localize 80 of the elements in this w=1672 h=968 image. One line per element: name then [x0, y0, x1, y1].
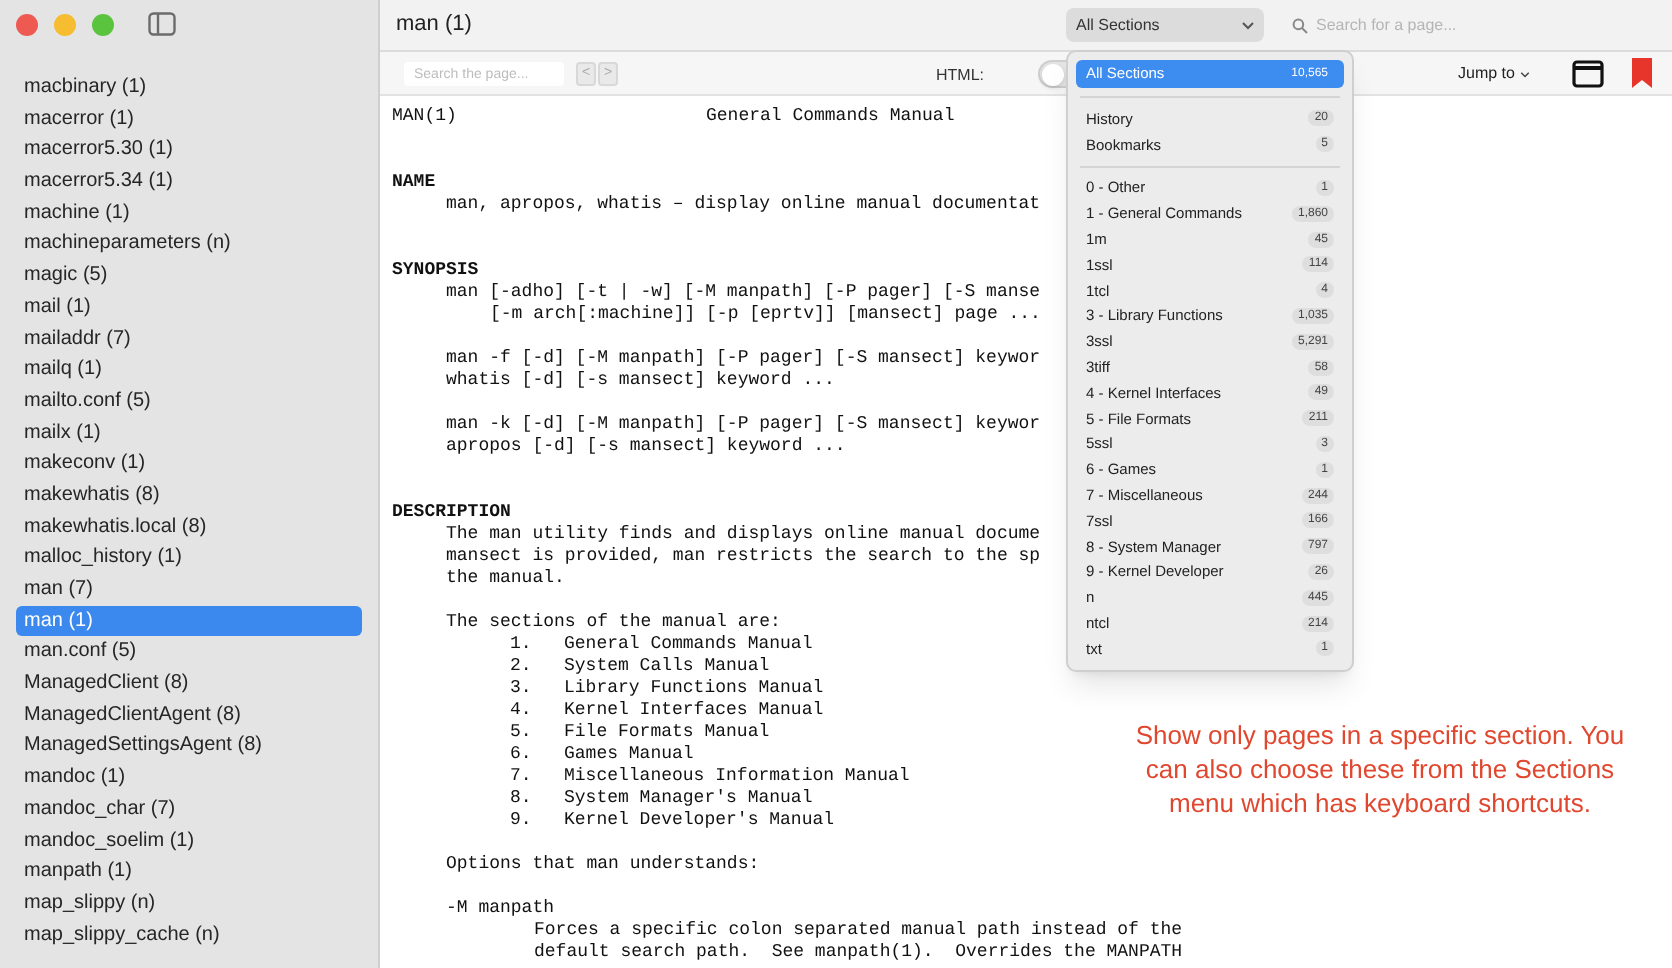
list-text: Library Functions Manual — [564, 678, 824, 700]
chevron-icon — [1242, 21, 1254, 29]
sidebar-item[interactable]: makewhatis (8) — [16, 479, 362, 512]
sidebar-item[interactable]: mailaddr (7) — [16, 323, 362, 355]
window-icon[interactable] — [1572, 60, 1604, 88]
sidebar-item[interactable]: mailx (1) — [16, 417, 362, 449]
list-text: Kernel Developer's Manual — [564, 810, 835, 832]
list-number: 3. — [510, 678, 534, 700]
sidebar-item[interactable]: map_slippy (n) — [16, 887, 362, 920]
list-number: 8. — [510, 788, 534, 810]
sidebar-item[interactable]: ManagedSettingsAgent (8) — [16, 730, 362, 763]
section-heading: NAME — [392, 172, 436, 194]
sidebar-item[interactable]: map_slippy_cache (n) — [16, 919, 362, 951]
list-number: 4. — [510, 700, 534, 722]
manual-text: mansect is provided, man restricts the search to the sp — [446, 546, 1041, 568]
list-text: System Calls Manual — [564, 656, 770, 678]
sidebar-item[interactable]: machine (1) — [16, 197, 362, 229]
page-search-field[interactable]: Search for a page... — [1316, 13, 1636, 37]
sidebar-item[interactable]: mandoc (1) — [16, 762, 362, 794]
sidebar-item[interactable]: makewhatis.local (8) — [16, 511, 362, 543]
manual-text: the manual. — [446, 568, 565, 590]
sidebar-item[interactable]: man.conf (5) — [16, 636, 362, 669]
sidebar-item[interactable]: magic (5) — [16, 260, 362, 292]
search-icon — [1292, 17, 1308, 33]
sidebar-item[interactable]: machineparameters (n) — [16, 228, 362, 261]
sidebar-item[interactable]: ManagedClient (8) — [16, 668, 362, 700]
list-text: Games Manual — [564, 744, 694, 766]
list-number: 1. — [510, 634, 534, 656]
manual-title: General Commands Manual — [706, 106, 955, 128]
sidebar-toggle-icon[interactable] — [148, 12, 176, 36]
close-window-button[interactable] — [16, 14, 38, 36]
list-number: 7. — [510, 766, 534, 788]
manual-text: man -f [-d] [-M manpath] [-P pager] [-S mansect] keywor — [446, 348, 1041, 370]
html-label: HTML: — [936, 64, 984, 88]
manual-text: [-m arch[:machine]] [-p [eprtv]] [mansect] page ... — [490, 304, 1041, 326]
manual-text: man -k [-d] [-M manpath] [-P pager] [-S mansect] keywor — [446, 414, 1041, 436]
jump-to-menu[interactable]: Jump to — [1458, 60, 1531, 88]
window-title: man (1) — [396, 10, 472, 41]
zoom-window-button[interactable] — [92, 14, 114, 36]
manual-text: Options that man understands: — [446, 854, 760, 876]
sidebar-item[interactable]: macbinary (1) — [16, 72, 362, 104]
list-number: 5. — [510, 722, 534, 744]
list-number: 2. — [510, 656, 534, 678]
section-heading: SYNOPSIS — [392, 260, 479, 282]
sidebar-item[interactable]: mailq (1) — [16, 354, 362, 386]
sidebar-item[interactable]: mail (1) — [16, 291, 362, 323]
sidebar-item[interactable]: macerror5.34 (1) — [16, 166, 362, 198]
chevron-icon — [1520, 71, 1531, 77]
list-text: Miscellaneous Information Manual — [564, 766, 910, 788]
manual-text: apropos [-d] [-s mansect] keyword ... — [446, 436, 846, 458]
section-popup[interactable]: All Sections — [1066, 8, 1264, 42]
manual-text: The man utility finds and displays online manual docume — [446, 524, 1041, 546]
bookmark-icon[interactable] — [1632, 58, 1652, 88]
list-text: System Manager's Manual — [564, 788, 813, 810]
manual-text: The sections of the manual are: — [446, 612, 781, 634]
sidebar-item[interactable]: mailto.conf (5) — [16, 385, 362, 418]
list-text: File Formats Manual — [564, 722, 770, 744]
sidebar-item[interactable]: man (7) — [16, 574, 362, 606]
list-number: 6. — [510, 744, 534, 766]
sidebar-item[interactable]: macerror5.30 (1) — [16, 134, 362, 167]
manual-text: man [-adho] [-t | -w] [-M manpath] [-P pager] [-S manse — [446, 282, 1041, 304]
annotation-text: Show only pages in a specific section. You can also choose these from the Sections menu which has keyboard shortcuts. — [1133, 718, 1627, 820]
sidebar-item[interactable]: macerror (1) — [16, 103, 362, 135]
list-text: Kernel Interfaces Manual — [564, 700, 824, 722]
sidebar-item[interactable]: mandoc_char (7) — [16, 793, 362, 825]
manual-text: whatis [-d] [-s mansect] keyword ... — [446, 370, 835, 392]
manual-text: man, apropos, whatis – display online manual documentat — [446, 194, 1041, 216]
sidebar-item[interactable]: mandoc_soelim (1) — [16, 825, 362, 857]
sidebar-item[interactable]: manpath (1) — [16, 856, 362, 888]
manual-text: default search path. See manpath(1). Overrides the MANPATH — [534, 942, 1183, 964]
sidebar-item[interactable]: makeconv (1) — [16, 448, 362, 480]
sidebar-item[interactable]: malloc_history (1) — [16, 542, 362, 574]
manual-text: Forces a specific colon separated manual path instead of the — [534, 920, 1183, 942]
sidebar-item[interactable]: man (1) — [16, 605, 362, 637]
sidebar-item[interactable]: ManagedClientAgent (8) — [16, 699, 362, 731]
list-number: 9. — [510, 810, 534, 832]
manual-text: -M manpath — [446, 898, 555, 920]
manual-header: MAN(1) — [392, 106, 459, 128]
section-heading: DESCRIPTION — [392, 502, 511, 524]
list-text: General Commands Manual — [564, 634, 813, 656]
